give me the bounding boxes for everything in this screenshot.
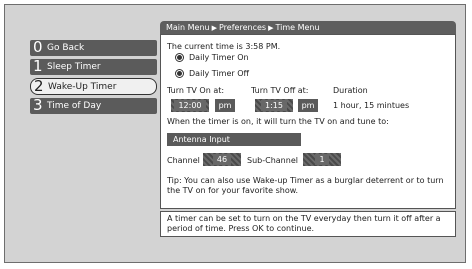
menu-item-number: 1	[33, 57, 43, 75]
on-time-field[interactable]: 12:00	[171, 99, 209, 112]
off-time-field[interactable]: 1:15	[255, 99, 293, 112]
subchannel-label: Sub-Channel	[247, 156, 298, 165]
on-time-value: 12:00	[174, 100, 206, 111]
menu-item-label: Go Back	[47, 43, 85, 53]
subchannel-field[interactable]: 1	[303, 153, 341, 166]
off-time-value: 1:15	[261, 100, 287, 111]
menu-item-number: 3	[33, 96, 43, 114]
turn-off-label: Turn TV Off at:	[251, 86, 309, 95]
wake-up-timer-panel: The current time is 3:58 PM. Daily Timer…	[160, 34, 456, 209]
turn-on-label: Turn TV On at:	[167, 86, 225, 95]
daily-timer-on-label: Daily Timer On	[189, 53, 249, 62]
subchannel-value: 1	[315, 154, 329, 165]
input-select[interactable]: Antenna Input	[167, 133, 301, 146]
breadcrumb-arrow-icon: ▶	[268, 24, 274, 32]
menu-item-wake-up-timer[interactable]: 2 Wake-Up Timer	[30, 78, 157, 95]
menu-item-number: 2	[34, 77, 44, 95]
info-message: A timer can be set to turn on the TV eve…	[160, 211, 456, 237]
menu-item-label: Sleep Timer	[47, 62, 101, 72]
breadcrumb-main-menu: Main Menu	[166, 23, 210, 32]
menu-item-label: Time of Day	[47, 101, 102, 111]
radio-button-icon	[175, 69, 184, 78]
current-time-text: The current time is 3:58 PM.	[167, 42, 281, 51]
breadcrumb-arrow-icon: ▶	[211, 24, 217, 32]
side-menu: 0 Go Back 1 Sleep Timer 2 Wake-Up Timer …	[30, 38, 157, 117]
channel-value: 46	[212, 154, 232, 165]
daily-timer-on-option[interactable]: Daily Timer On	[175, 53, 249, 62]
menu-item-go-back[interactable]: 0 Go Back	[30, 38, 157, 56]
off-ampm-field[interactable]: pm	[298, 99, 318, 112]
menu-item-label: Wake-Up Timer	[48, 82, 117, 92]
menu-item-number: 0	[33, 38, 43, 56]
daily-timer-off-label: Daily Timer Off	[189, 69, 250, 78]
menu-item-time-of-day[interactable]: 3 Time of Day	[30, 96, 157, 114]
breadcrumb: Main Menu ▶ Preferences ▶ Time Menu	[160, 21, 456, 34]
daily-timer-off-option[interactable]: Daily Timer Off	[175, 69, 249, 78]
tip-text: Tip: You can also use Wake-up Timer as a…	[167, 176, 444, 195]
channel-label: Channel	[167, 156, 200, 165]
breadcrumb-time-menu: Time Menu	[275, 23, 320, 32]
radio-button-icon	[175, 53, 184, 62]
menu-item-sleep-timer[interactable]: 1 Sleep Timer	[30, 57, 157, 75]
breadcrumb-preferences: Preferences	[219, 23, 267, 32]
duration-value: 1 hour, 15 mintues	[333, 101, 410, 110]
channel-field[interactable]: 46	[203, 153, 241, 166]
tune-text: When the timer is on, it will turn the T…	[167, 117, 389, 126]
on-ampm-field[interactable]: pm	[215, 99, 235, 112]
duration-label: Duration	[333, 86, 368, 95]
